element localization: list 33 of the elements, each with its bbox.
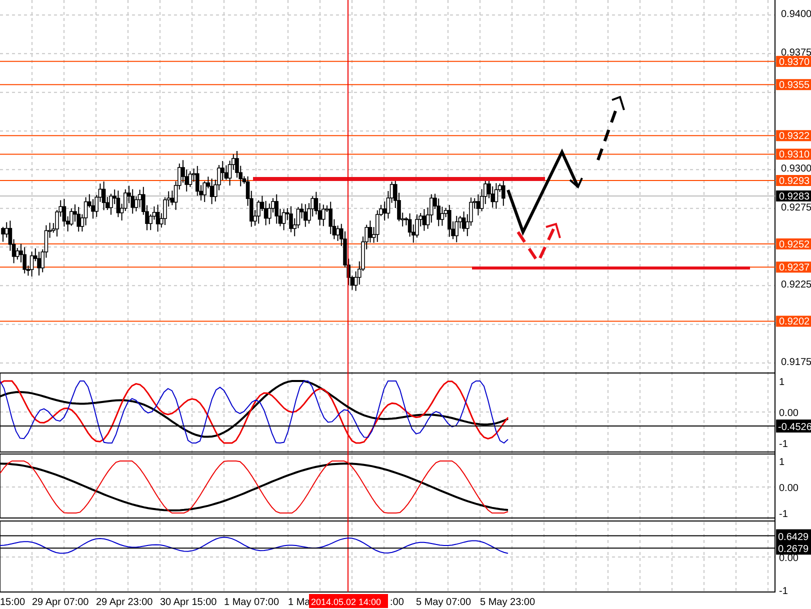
time-axis-label: 1 May 07:00 — [224, 597, 280, 608]
time-axis-label: 5 May 07:00 — [416, 597, 472, 608]
indicator-axis-label: 1 — [779, 377, 785, 388]
price-tag: 0.9355 — [776, 79, 811, 92]
indicator-axis-label: -1 — [779, 509, 788, 520]
time-axis-label: 30 Apr 15:00 — [160, 597, 217, 608]
price-tag: 0.9202 — [776, 316, 811, 328]
price-axis-label: 0.9175 — [781, 357, 811, 368]
price-tag: 0.9322 — [776, 130, 811, 142]
indicator-axis-label: 0.00 — [779, 408, 798, 419]
price-axis-label: 0.9300 — [781, 164, 811, 175]
price-tag: 0.9310 — [776, 148, 811, 161]
indicator-value-tag: -0.4526 — [776, 420, 811, 434]
price-tag: 0.9370 — [776, 56, 811, 68]
time-axis-label: 29 Apr 23:00 — [96, 597, 153, 608]
indicator-value-tag: 0.2679 — [776, 542, 811, 556]
time-axis-label: 29 Apr 07:00 — [32, 597, 89, 608]
indicator-axis-label: -1 — [779, 439, 788, 450]
price-axis-label: 0.9225 — [781, 280, 811, 291]
indicator-axis-label: -1 — [779, 586, 788, 597]
indicator-axis-label: 0.00 — [779, 483, 798, 494]
price-axis-label: 0.9275 — [781, 202, 811, 214]
price-axis-label: 0.9400 — [781, 9, 811, 20]
time-axis-label: 5 May 23:00 — [480, 597, 536, 608]
price-tag: 0.9283 — [776, 190, 811, 202]
indicator-axis-label: 1 — [779, 457, 785, 468]
price-tag: 0.9237 — [776, 262, 811, 274]
price-tag: 0.9252 — [776, 238, 811, 250]
indicator-value-tag: 0.6429 — [776, 529, 811, 543]
time-axis-label: :00 — [390, 597, 404, 608]
crosshair-time-tag: 2014.05.02 14:00 — [309, 594, 388, 608]
price-tag: 0.9293 — [776, 175, 811, 187]
time-axis-label: 15:00 — [0, 597, 26, 608]
